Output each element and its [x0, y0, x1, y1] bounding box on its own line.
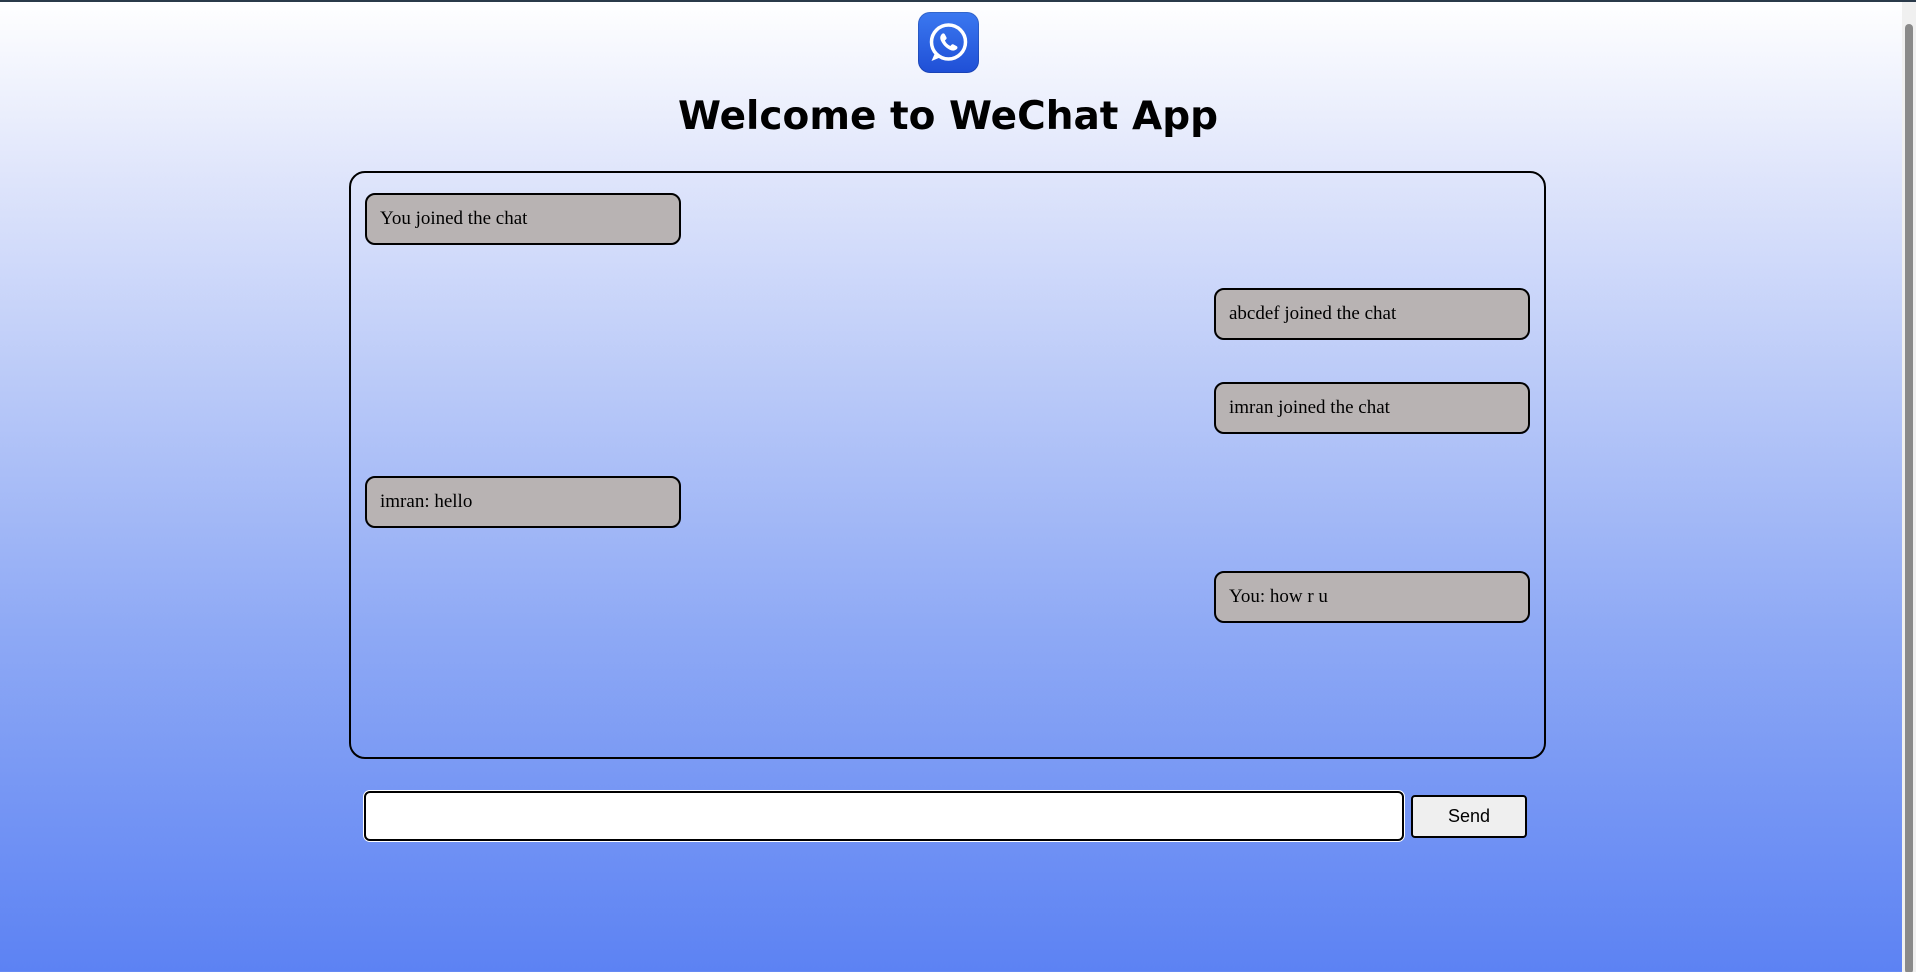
scrollbar-thumb[interactable] [1905, 24, 1913, 972]
message-input-wrapper [364, 791, 1404, 841]
chat-messages-panel[interactable] [349, 171, 1546, 759]
whatsapp-icon [918, 12, 979, 73]
chat-message: You: how r u [1214, 571, 1530, 623]
page-scrollbar[interactable] [1902, 2, 1916, 972]
chat-message: imran: hello [365, 476, 681, 528]
send-button[interactable]: Send [1411, 795, 1527, 838]
window-top-border [0, 0, 1916, 2]
chat-message: imran joined the chat [1214, 382, 1530, 434]
page-title: Welcome to WeChat App [677, 94, 1219, 139]
chat-message: You joined the chat [365, 193, 681, 245]
chat-message: abcdef joined the chat [1214, 288, 1530, 340]
message-input[interactable] [366, 793, 1402, 839]
